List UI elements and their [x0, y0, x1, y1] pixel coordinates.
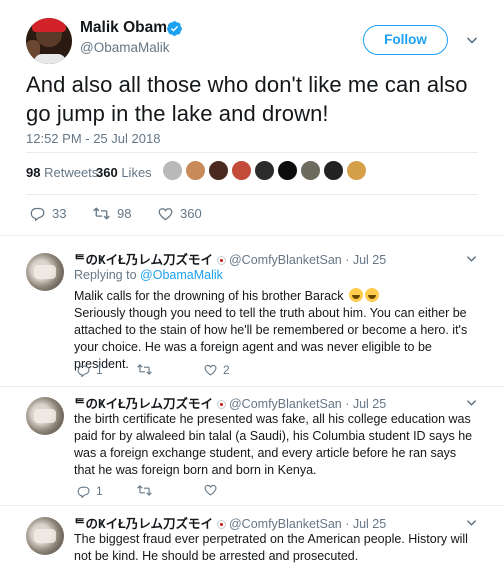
- heart-icon: [204, 364, 217, 376]
- retweet-count: 98: [117, 206, 132, 221]
- divider: [26, 152, 478, 153]
- reply-tweet[interactable]: ᄐのҜイŁ乃レム刀ズモイ @ComfyBlanketSan · Jul 25 T…: [0, 513, 504, 572]
- replying-to-link[interactable]: @ObamaMalik: [140, 268, 223, 282]
- likes-stat[interactable]: 360 Likes: [96, 165, 152, 180]
- reply-action[interactable]: 1: [77, 363, 103, 377]
- divider: [26, 194, 478, 195]
- reply-date[interactable]: Jul 25: [353, 253, 386, 267]
- author-name[interactable]: Malik Obama: [80, 19, 176, 37]
- liker-avatar[interactable]: [231, 160, 252, 181]
- author-avatar[interactable]: [26, 18, 72, 64]
- retweet-action[interactable]: [137, 484, 158, 497]
- chevron-down-icon[interactable]: [466, 34, 478, 46]
- flag-japan-icon: [216, 256, 226, 266]
- divider: [0, 505, 504, 506]
- laughing-emoji-icon: [349, 288, 364, 302]
- tweet-timestamp[interactable]: 12:52 PM - 25 Jul 2018: [26, 131, 160, 146]
- reply-text: the birth certificate he presented was f…: [74, 412, 473, 477]
- divider: [0, 235, 504, 236]
- reply-header: ᄐのҜイŁ乃レム刀ズモイ @ComfyBlanketSan · Jul 25: [74, 517, 387, 531]
- reply-icon: [30, 207, 45, 221]
- liker-avatar[interactable]: [162, 160, 183, 181]
- retweet-icon: [137, 364, 152, 375]
- reply-handle[interactable]: @ComfyBlanketSan: [229, 253, 342, 267]
- chevron-down-icon[interactable]: [466, 397, 477, 408]
- liker-avatar[interactable]: [323, 160, 344, 181]
- like-action[interactable]: 360: [158, 206, 202, 221]
- reply-text: Malik calls for the drowning of his brot…: [74, 288, 468, 371]
- liker-avatar[interactable]: [277, 160, 298, 181]
- liker-avatar[interactable]: [346, 160, 367, 181]
- reply-avatar[interactable]: [26, 517, 64, 555]
- retweet-icon: [93, 207, 110, 220]
- reply-display-name[interactable]: ᄐのҜイŁ乃レム刀ズモイ: [74, 397, 213, 411]
- chevron-down-icon[interactable]: [466, 253, 477, 264]
- reply-display-name[interactable]: ᄐのҜイŁ乃レム刀ズモイ: [74, 253, 213, 267]
- reply-action[interactable]: 1: [77, 484, 103, 498]
- reply-header: ᄐのҜイŁ乃レム刀ズモイ @ComfyBlanketSan · Jul 25: [74, 253, 387, 267]
- reply-handle[interactable]: @ComfyBlanketSan: [229, 517, 342, 531]
- like-count: 360: [180, 206, 202, 221]
- reply-avatar[interactable]: [26, 397, 64, 435]
- laughing-emoji-icon: [365, 288, 380, 302]
- reply-action[interactable]: 33: [30, 206, 66, 221]
- reply-handle[interactable]: @ComfyBlanketSan: [229, 397, 342, 411]
- reply-header: ᄐのҜイŁ乃レム刀ズモイ @ComfyBlanketSan · Jul 25: [74, 397, 387, 411]
- retweets-stat[interactable]: 98 Retweets: [26, 165, 98, 180]
- reply-avatar[interactable]: [26, 253, 64, 291]
- heart-icon: [204, 484, 217, 496]
- tweet-text: And also all those who don't like me can…: [26, 72, 468, 126]
- like-action[interactable]: 2: [204, 363, 230, 377]
- author-handle[interactable]: @ObamaMalik: [80, 40, 169, 55]
- like-action[interactable]: [204, 484, 223, 496]
- reply-icon: [77, 486, 90, 498]
- replying-to: Replying to @ObamaMalik: [74, 268, 223, 282]
- liker-avatar[interactable]: [208, 160, 229, 181]
- retweet-icon: [137, 485, 152, 496]
- reply-date[interactable]: Jul 25: [353, 517, 386, 531]
- reply-tweet[interactable]: ᄐのҜイŁ乃レム刀ズモイ @ComfyBlanketSan · Jul 25 t…: [0, 393, 504, 505]
- reply-text: The biggest fraud ever perpetrated on th…: [74, 532, 468, 563]
- reply-tweet[interactable]: ᄐのҜイŁ乃レム刀ズモイ @ComfyBlanketSan · Jul 25 R…: [0, 249, 504, 391]
- reply-count: 33: [52, 206, 67, 221]
- liker-avatar[interactable]: [300, 160, 321, 181]
- reply-icon: [77, 365, 90, 377]
- flag-japan-icon: [216, 400, 226, 410]
- reply-date[interactable]: Jul 25: [353, 397, 386, 411]
- liker-avatar[interactable]: [254, 160, 275, 181]
- verified-badge-icon: [167, 21, 182, 36]
- retweet-action[interactable]: [137, 363, 158, 376]
- reply-display-name[interactable]: ᄐのҜイŁ乃レム刀ズモイ: [74, 517, 213, 531]
- flag-japan-icon: [216, 520, 226, 530]
- heart-icon: [158, 207, 173, 220]
- follow-button[interactable]: Follow: [363, 25, 448, 55]
- retweet-action[interactable]: 98: [93, 206, 131, 221]
- liker-avatar[interactable]: [185, 160, 206, 181]
- chevron-down-icon[interactable]: [466, 517, 477, 528]
- divider: [0, 386, 504, 387]
